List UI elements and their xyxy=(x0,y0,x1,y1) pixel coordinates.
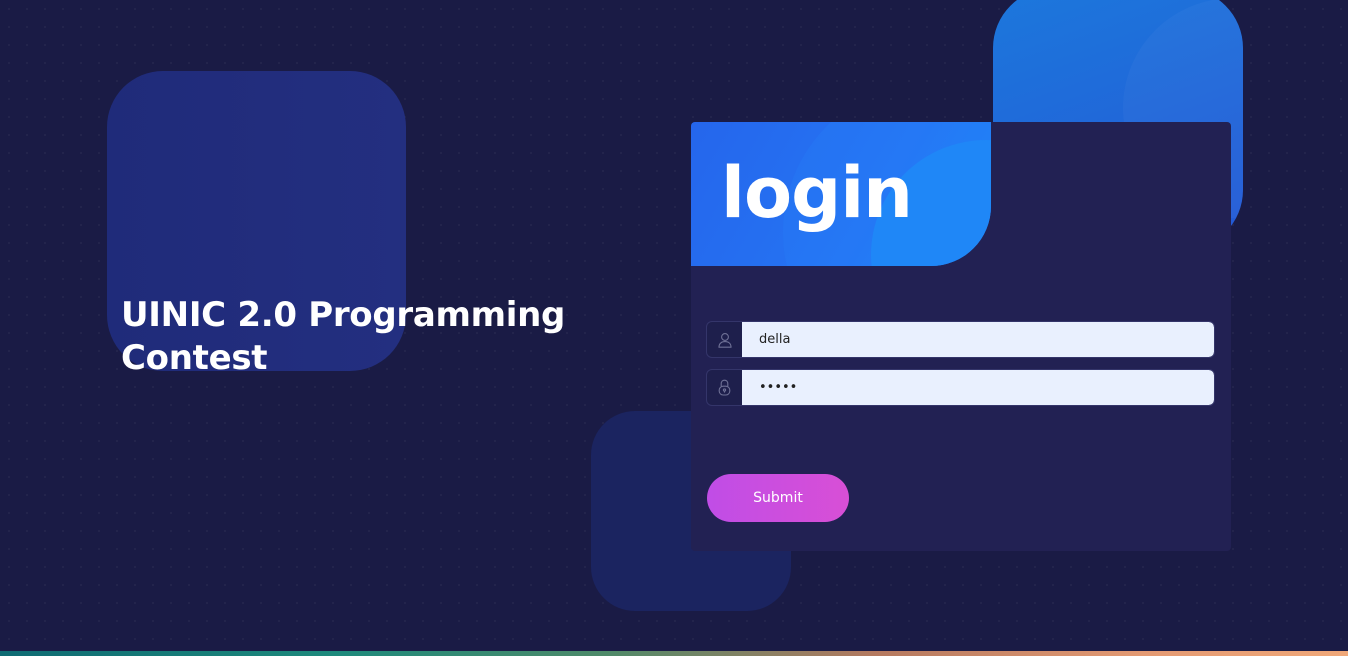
username-field xyxy=(706,321,1215,358)
submit-button[interactable]: Submit xyxy=(707,474,849,522)
login-card: login Submit xyxy=(691,122,1231,551)
lock-icon xyxy=(707,370,742,405)
login-title: login xyxy=(721,152,913,234)
contest-title: UINIC 2.0 Programming Contest xyxy=(121,295,566,378)
password-field xyxy=(706,369,1215,406)
password-input[interactable] xyxy=(742,370,1214,405)
login-header: login xyxy=(691,122,991,266)
taskbar-strip xyxy=(0,651,1348,656)
user-icon xyxy=(707,322,742,357)
username-input[interactable] xyxy=(742,322,1214,357)
